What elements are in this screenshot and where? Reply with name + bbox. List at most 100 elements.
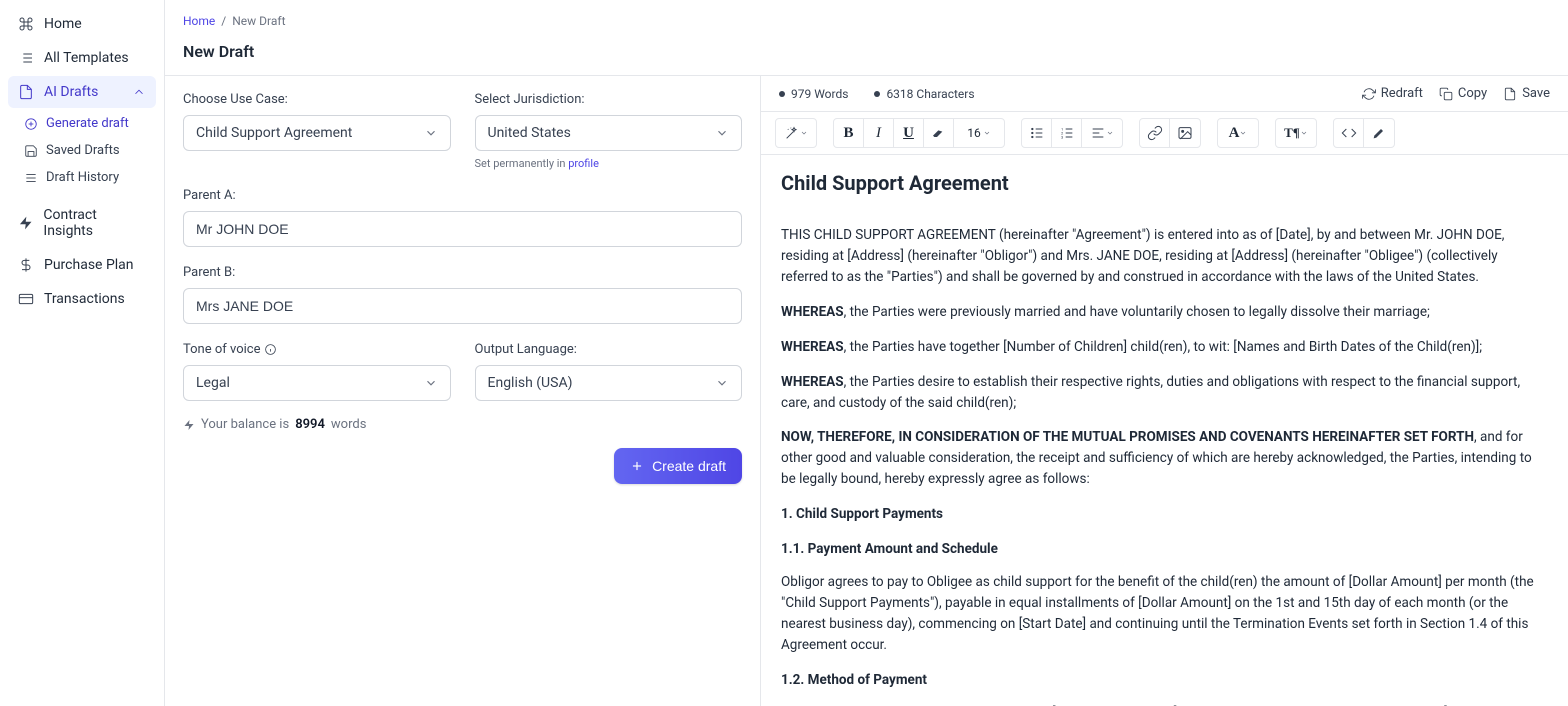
credit-card-icon [18, 291, 34, 307]
jurisdiction-hint: Set permanently in profile [475, 157, 743, 170]
link-icon [1147, 125, 1163, 141]
doc-section-1-2: 1.2. Method of Payment [781, 670, 1548, 691]
copy-icon [1439, 87, 1453, 101]
profile-link[interactable]: profile [568, 157, 599, 170]
bullet-list-button[interactable] [1022, 119, 1052, 147]
breadcrumb-sep: / [221, 14, 226, 28]
sidebar-label: Contract Insights [43, 207, 146, 239]
list-icon [18, 50, 34, 66]
jurisdiction-select[interactable]: United States [475, 115, 743, 151]
editor-panel: 979 Words 6318 Characters Redraft Copy [761, 76, 1568, 706]
file-icon [18, 84, 34, 100]
submenu-label: Draft History [46, 170, 119, 185]
sidebar-label: Home [44, 16, 82, 32]
number-list-icon: 123 [1059, 125, 1075, 141]
submenu-generate-draft[interactable]: Generate draft [14, 110, 156, 137]
list-icon [24, 171, 38, 185]
sidebar-item-home[interactable]: Home [8, 8, 156, 40]
use-case-label: Choose Use Case: [183, 92, 451, 107]
doc-section-1-1: 1.1. Payment Amount and Schedule [781, 539, 1548, 560]
doc-whereas-3: WHEREAS, the Parties desire to establish… [781, 372, 1548, 414]
code-icon [1341, 125, 1357, 141]
chevron-down-icon [1106, 129, 1114, 137]
char-count: 6318 Characters [874, 87, 974, 101]
parent-a-label: Parent A: [183, 188, 742, 203]
save-icon [24, 144, 38, 158]
balance-number: 8994 [295, 417, 325, 432]
redraft-button[interactable]: Redraft [1362, 86, 1423, 101]
submenu-label: Generate draft [46, 116, 129, 131]
paragraph-style-button[interactable]: T¶ [1276, 119, 1316, 147]
code-button[interactable] [1334, 119, 1364, 147]
image-button[interactable] [1170, 119, 1200, 147]
bullet-list-icon [1029, 125, 1045, 141]
text-color-button[interactable]: A [1218, 119, 1258, 147]
tone-value: Legal [196, 375, 230, 391]
doc-whereas-1: WHEREAS, the Parties were previously mar… [781, 302, 1548, 323]
magic-button[interactable] [776, 119, 816, 147]
image-icon [1177, 125, 1193, 141]
sidebar-label: AI Drafts [44, 84, 98, 100]
lightning-icon [18, 215, 33, 231]
parent-b-input[interactable] [183, 288, 742, 324]
sidebar-label: Transactions [44, 291, 125, 307]
jurisdiction-label: Select Jurisdiction: [475, 92, 743, 107]
submenu-draft-history[interactable]: Draft History [14, 164, 156, 191]
refresh-icon [1362, 87, 1376, 101]
plus-icon [630, 459, 644, 473]
sidebar-item-insights[interactable]: Contract Insights [8, 199, 156, 247]
sidebar-item-purchase[interactable]: Purchase Plan [8, 249, 156, 281]
underline-button[interactable]: U [894, 119, 924, 147]
sidebar-item-ai-drafts[interactable]: AI Drafts [8, 76, 156, 108]
doc-now-therefore: NOW, THEREFORE, IN CONSIDERATION OF THE … [781, 427, 1548, 490]
number-list-button[interactable]: 123 [1052, 119, 1082, 147]
lang-select[interactable]: English (USA) [475, 365, 743, 401]
eraser-button[interactable] [924, 119, 954, 147]
dot-icon [779, 91, 785, 97]
chevron-up-icon [132, 85, 146, 99]
use-case-value: Child Support Agreement [196, 125, 352, 141]
submenu-saved-drafts[interactable]: Saved Drafts [14, 137, 156, 164]
jurisdiction-value: United States [488, 125, 571, 141]
svg-text:3: 3 [1061, 134, 1063, 139]
doc-section-1: 1. Child Support Payments [781, 504, 1548, 525]
chevron-down-icon [424, 126, 438, 140]
tone-select[interactable]: Legal [183, 365, 451, 401]
align-button[interactable] [1082, 119, 1122, 147]
breadcrumb-home[interactable]: Home [183, 14, 215, 28]
sidebar-item-templates[interactable]: All Templates [8, 42, 156, 74]
page-title: New Draft [165, 36, 1568, 75]
italic-button[interactable]: I [864, 119, 894, 147]
link-button[interactable] [1140, 119, 1170, 147]
sidebar-item-transactions[interactable]: Transactions [8, 283, 156, 315]
lang-value: English (USA) [488, 375, 573, 391]
word-count: 979 Words [779, 87, 848, 101]
font-color-icon: A [1229, 125, 1240, 142]
document-body[interactable]: Child Support Agreement THIS CHILD SUPPO… [761, 155, 1568, 706]
highlight-button[interactable] [1364, 119, 1394, 147]
use-case-select[interactable]: Child Support Agreement [183, 115, 451, 151]
doc-title: Child Support Agreement [781, 171, 1548, 195]
magic-wand-icon [784, 125, 800, 141]
hint-prefix: Set permanently in [475, 157, 569, 170]
chevron-down-icon [1300, 129, 1308, 137]
parent-b-label: Parent B: [183, 265, 742, 280]
doc-intro: THIS CHILD SUPPORT AGREEMENT (hereinafte… [781, 225, 1548, 288]
submenu-label: Saved Drafts [46, 143, 120, 158]
save-button[interactable]: Save [1503, 86, 1550, 101]
chevron-down-icon [800, 129, 808, 137]
bold-button[interactable]: B [834, 119, 864, 147]
copy-button[interactable]: Copy [1439, 86, 1487, 101]
sidebar: Home All Templates AI Drafts Generate dr… [0, 0, 165, 706]
create-draft-button[interactable]: Create draft [614, 448, 742, 484]
editor-toolbar: B I U 16 123 [761, 111, 1568, 155]
dot-icon [874, 91, 880, 97]
fontsize-select[interactable]: 16 [954, 119, 1004, 147]
breadcrumb-current: New Draft [232, 14, 285, 28]
underline-icon: U [903, 125, 914, 142]
parent-a-input[interactable] [183, 211, 742, 247]
italic-icon: I [876, 125, 881, 142]
lightning-icon [183, 419, 195, 431]
command-icon [18, 16, 34, 32]
chevron-down-icon [1239, 129, 1247, 137]
